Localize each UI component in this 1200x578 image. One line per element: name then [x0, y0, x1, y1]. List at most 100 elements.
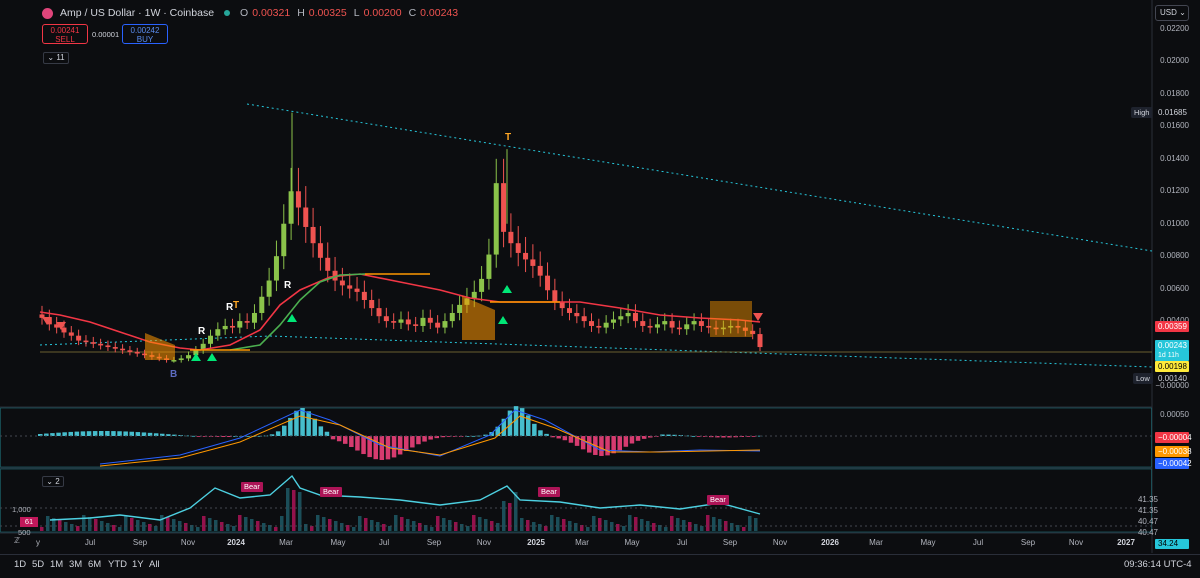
price-tick-label: 0.01600 [1160, 121, 1189, 131]
candle [662, 321, 668, 325]
candle [244, 321, 250, 323]
candle [68, 332, 74, 336]
bear-label: Bear [320, 487, 342, 497]
volume-bar [694, 524, 698, 531]
candle [698, 321, 704, 326]
buy-label: BUY [136, 35, 154, 44]
sell-signal-marker [753, 313, 763, 321]
low-value: 0.00140 [1158, 374, 1187, 383]
candle [632, 312, 638, 322]
chevron-down-icon: ⌄ [1179, 8, 1186, 17]
volume-bar [184, 523, 188, 531]
candle [486, 254, 492, 279]
volume-bar [106, 523, 110, 531]
candle [61, 327, 67, 333]
candle [120, 348, 126, 351]
volume-tick-1000: 1,000 [12, 505, 31, 514]
timeframe-button-3m[interactable]: 3M [69, 559, 82, 570]
buy-button[interactable]: 0.00242 BUY [122, 24, 168, 44]
candle [545, 275, 551, 291]
macd-histogram-bar [105, 431, 110, 436]
candle [588, 321, 594, 326]
volume-bar [292, 490, 296, 531]
volume-bar [502, 501, 506, 531]
volume-bar [202, 516, 206, 531]
time-axis-label: Jul [972, 538, 984, 547]
ma-red-price-tag: 0.00359 [1155, 321, 1189, 332]
volume-bar [166, 517, 170, 531]
candle [303, 207, 309, 227]
candle [105, 345, 111, 348]
market-status-icon [224, 10, 231, 16]
rsi-tick-2: 41.35 [1137, 506, 1158, 515]
candle [208, 335, 214, 344]
volume-bar [298, 492, 302, 531]
volume-bar [310, 526, 314, 531]
candle [325, 257, 331, 271]
macd-histogram-bar [62, 432, 67, 436]
high-label: High [1131, 107, 1153, 118]
macd-line-tag: −0.00042 [1155, 458, 1192, 469]
candle [281, 223, 287, 257]
candle [625, 312, 631, 317]
trendline-upper [246, 103, 1153, 252]
chart-area[interactable]: RRTRTB [0, 0, 1200, 578]
volume-bar [304, 524, 308, 531]
macd-histogram-bar [617, 436, 622, 451]
symbol-title[interactable]: Amp / US Dollar · 1W · Coinbase [60, 7, 214, 19]
sell-button[interactable]: 0.00241 SELL [42, 24, 88, 44]
volume-bar [754, 518, 758, 531]
volume-bar [316, 515, 320, 531]
macd-histogram-bar [275, 431, 281, 436]
candle [361, 291, 367, 300]
timeframe-button-6m[interactable]: 6M [88, 559, 101, 570]
time-axis-label: Nov [180, 538, 196, 547]
timeframe-button-1d[interactable]: 1D [14, 559, 26, 570]
time-axis-label: Jul [676, 538, 688, 547]
candle [237, 321, 243, 328]
macd-histogram-bar [282, 425, 287, 436]
volume-bar [544, 526, 548, 531]
macd-histogram-bar [410, 436, 415, 448]
indicators-toggle-button[interactable]: ⌄ 11 [43, 52, 69, 64]
volume-bar [586, 527, 590, 531]
volume-bar [70, 524, 74, 531]
time-axis-label: Nov [1068, 538, 1084, 547]
timeframe-button-ytd[interactable]: YTD [108, 559, 127, 570]
volume-bar [556, 517, 560, 531]
candle [215, 329, 221, 336]
candle [83, 340, 89, 343]
macd-axis-top: 0.00050 [1160, 410, 1189, 419]
time-axis-label: 2027 [1117, 538, 1135, 547]
timeframe-button-5d[interactable]: 5D [32, 559, 44, 570]
trendline-lower [269, 335, 1153, 368]
macd-histogram-bar [562, 436, 568, 441]
clock[interactable]: 09:36:14 UTC-4 [1124, 559, 1192, 570]
spread-value: 0.00001 [92, 30, 120, 39]
time-axis-label: May [330, 538, 346, 547]
volume-bar [712, 517, 716, 531]
time-axis-label: Jul [378, 538, 390, 547]
pane-toggle-button[interactable]: ⌄ 2 [42, 476, 64, 487]
macd-histogram-bar [349, 436, 354, 448]
candle [640, 321, 646, 326]
timeframe-button-all[interactable]: All [149, 559, 160, 570]
candle [186, 355, 192, 359]
volume-bar [562, 519, 566, 531]
volume-bar [118, 527, 122, 531]
volume-bar [730, 523, 734, 531]
goto-date-icon[interactable]: ℤ [14, 536, 28, 548]
currency-select[interactable]: USD ⌄ [1155, 5, 1189, 21]
sell-price: 0.00241 [50, 26, 80, 35]
macd-hist-tag: −0.00004 [1155, 432, 1192, 443]
candle [676, 327, 682, 330]
ohlc-close: 0.00243 [420, 7, 459, 19]
timeframe-button-1y[interactable]: 1Y [132, 559, 144, 570]
chart-canvas[interactable]: RR TRTB [0, 0, 1200, 578]
timeframe-button-1m[interactable]: 1M [50, 559, 63, 570]
volume-bar [472, 515, 476, 531]
rsi-value-tag: 34.24 [1155, 539, 1189, 549]
macd-histogram-bar [538, 430, 543, 436]
candle [457, 304, 463, 313]
volume-bar [94, 519, 98, 531]
